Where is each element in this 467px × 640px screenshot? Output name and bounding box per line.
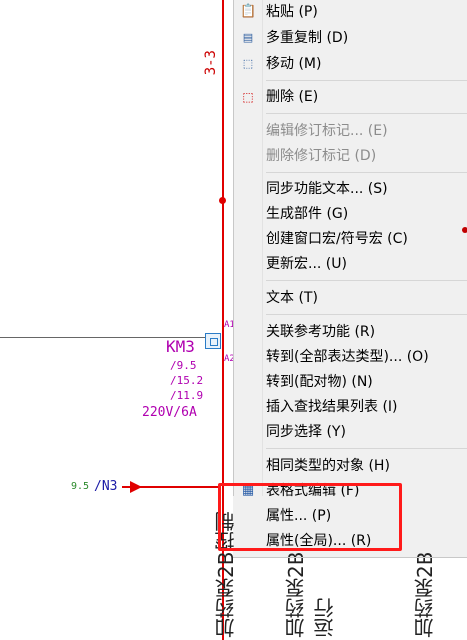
vertical-label-2: 加药泵2B运行 <box>284 551 337 638</box>
wire-ref: 9.5 <box>71 481 90 492</box>
menu-item-paste[interactable]: 粘贴 (P) <box>266 0 318 24</box>
wire-node-dot <box>219 197 226 204</box>
coil-symbol[interactable] <box>205 333 221 349</box>
menu-separator <box>266 314 467 315</box>
menu-icon-column <box>234 0 263 496</box>
menu-item-sync-selection[interactable]: 同步选择 (Y) <box>266 420 346 444</box>
menu-bottom-edge <box>233 557 467 558</box>
selection-dot <box>462 227 467 233</box>
ref-3: /11.9 <box>170 389 204 402</box>
vertical-label-3: 加药泵2B <box>413 551 437 638</box>
menu-item-insert-search-list[interactable]: 插入查找结果列表 (I) <box>266 395 398 419</box>
menu-item-multi-copy[interactable]: 多重复制 (D) <box>266 26 348 50</box>
menu-separator <box>266 448 467 449</box>
move-icon: ⬚ <box>242 57 254 70</box>
menu-item-goto-pair[interactable]: 转到(配对物) (N) <box>266 370 373 394</box>
arrow-head-icon <box>130 481 142 493</box>
menu-item-edit-revision[interactable]: 编辑修订标记... (E) <box>266 119 388 143</box>
menu-separator <box>266 113 467 114</box>
menu-separator <box>266 280 467 281</box>
context-menu: 📋 粘贴 (P) ▤ 多重复制 (D) ⬚ 移动 (M) ⬚ 删除 (E) 编辑… <box>233 0 467 549</box>
component-name[interactable]: KM3 <box>166 337 195 356</box>
menu-item-create-macro[interactable]: 创建窗口宏/符号宏 (C) <box>266 227 408 251</box>
ref-1: /9.5 <box>170 359 197 372</box>
menu-item-update-macro[interactable]: 更新宏... (U) <box>266 252 347 276</box>
menu-separator <box>266 80 467 81</box>
menu-separator <box>266 172 467 173</box>
menu-item-associate-ref[interactable]: 关联参考功能 (R) <box>266 320 375 344</box>
paste-icon: 📋 <box>240 4 257 19</box>
multi-copy-icon: ▤ <box>242 31 254 44</box>
rating-label: 220V/6A <box>142 405 197 420</box>
menu-item-move[interactable]: 移动 (M) <box>266 52 321 76</box>
delete-icon: ⬚ <box>242 90 254 104</box>
ref-2: /15.2 <box>170 374 204 387</box>
menu-item-text[interactable]: 文本 (T) <box>266 286 318 310</box>
sheet-ref-label: 3-3 <box>203 50 219 76</box>
menu-item-goto-all[interactable]: 转到(全部表达类型)... (O) <box>266 345 429 369</box>
highlight-box <box>218 483 402 551</box>
menu-item-generate-parts[interactable]: 生成部件 (G) <box>266 202 348 226</box>
menu-item-delete-revision[interactable]: 删除修订标记 (D) <box>266 144 376 168</box>
menu-item-sync-function-text[interactable]: 同步功能文本... (S) <box>266 177 388 201</box>
wire-label: /N3 <box>94 479 118 494</box>
menu-item-same-type-objects[interactable]: 相同类型的对象 (H) <box>266 454 390 478</box>
menu-item-delete[interactable]: 删除 (E) <box>266 85 318 109</box>
